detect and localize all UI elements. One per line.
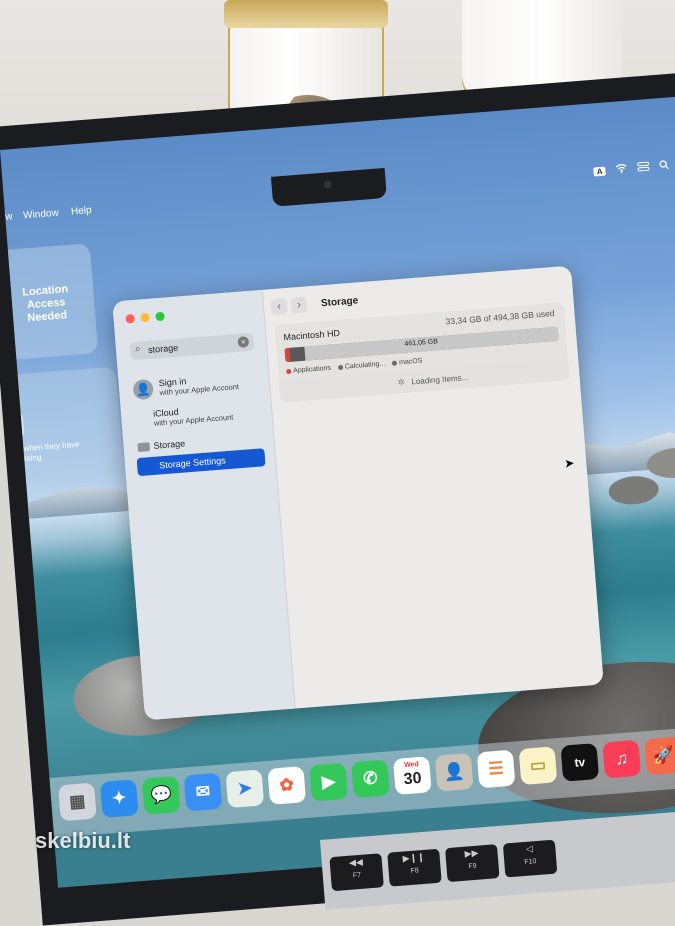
tv-icon[interactable]: tv	[560, 743, 600, 782]
spinner-icon: ✲	[397, 376, 406, 388]
mouse-cursor-icon: ➤	[563, 455, 575, 471]
launchpad-icon[interactable]: ▦	[58, 782, 97, 822]
key-glyph: ◀◀	[348, 856, 364, 868]
bar-segment-system	[289, 346, 306, 362]
loading-label: Loading Items...	[411, 372, 469, 387]
sidebar-section-storage[interactable]: Storage	[153, 438, 185, 450]
legend-dot	[286, 368, 292, 374]
zoom-window-button[interactable]	[155, 311, 165, 322]
wallpaper-rock	[607, 474, 660, 507]
menu-item-help[interactable]: Help	[71, 205, 92, 218]
sidebar-item-icloud[interactable]: iCloud with your Apple Account	[153, 403, 234, 428]
key-label: F9	[468, 862, 477, 871]
avatar-icon[interactable]: 👤	[132, 378, 154, 401]
system-settings-window: ⌕ storage × 👤 Sign in with your Apple Ac…	[112, 265, 604, 721]
page-title: Storage	[320, 295, 359, 310]
key-f10[interactable]: ◁ F10	[502, 839, 558, 878]
safari-icon[interactable]: ✦	[99, 779, 139, 818]
maps-icon[interactable]: ➤	[225, 769, 265, 809]
storage-pane: ‹ › Storage Macintosh HD 33,34 GB of 494…	[262, 266, 604, 709]
search-query: storage	[147, 342, 179, 355]
key-glyph: ◁	[525, 843, 534, 854]
wifi-icon[interactable]	[615, 163, 628, 177]
camera-lens	[323, 180, 333, 189]
key-glyph: ▶❙❙	[402, 851, 426, 864]
menu-item-window-partial[interactable]: w	[5, 211, 13, 223]
calendar-icon[interactable]: Wed 30	[392, 756, 432, 795]
storage-settings-label: Storage Settings	[158, 455, 226, 471]
legend-dot	[337, 364, 344, 370]
watermark: skelbiu.lt	[35, 828, 131, 853]
laptop-screen: w Window Help A Location Access Needed w…	[0, 95, 675, 888]
forward-button[interactable]: ›	[290, 296, 308, 314]
disk-name: Macintosh HD	[283, 327, 341, 343]
sidebar-item-storage-settings[interactable]: Storage Settings	[136, 448, 266, 477]
notes-icon[interactable]: ▭	[518, 746, 558, 786]
phone-icon[interactable]: ✆	[351, 759, 390, 799]
minimize-window-button[interactable]	[140, 312, 150, 323]
widget-note: when they have	[23, 439, 80, 454]
key-label: F7	[352, 871, 362, 880]
key-f9[interactable]: ▶▶ F9	[445, 844, 500, 883]
window-traffic-lights	[125, 311, 165, 324]
legend-calculating: Calculating...	[337, 360, 385, 371]
widget-location-title: Location Access Needed	[21, 283, 69, 325]
close-window-button[interactable]	[125, 313, 135, 324]
tv-label: tv	[573, 754, 586, 770]
disk-usage: 33,34 GB of 494,38 GB used	[445, 308, 555, 327]
photos-icon[interactable]: ✿	[267, 766, 307, 805]
mail-icon[interactable]: ✉	[183, 772, 223, 812]
legend-applications: Applications	[286, 365, 331, 375]
menu-item-window[interactable]: Window	[23, 208, 59, 222]
spotlight-search-icon[interactable]	[659, 160, 670, 174]
secondary-widget[interactable]: when they have essing	[4, 366, 124, 485]
clear-search-icon[interactable]: ×	[237, 336, 250, 348]
reminders-icon[interactable]: ☰	[476, 749, 516, 789]
messages-icon[interactable]: 💬	[141, 775, 181, 815]
storage-icon	[137, 442, 151, 453]
input-source-badge[interactable]: A	[593, 166, 606, 177]
status-menu-area: A	[593, 160, 670, 179]
control-center-icon[interactable]	[637, 161, 650, 175]
search-field[interactable]: ⌕ storage ×	[129, 332, 255, 361]
key-label: F8	[410, 867, 420, 875]
location-widget[interactable]: Location Access Needed	[0, 243, 99, 361]
rocket-icon[interactable]: 🚀	[644, 736, 675, 776]
key-f8[interactable]: ▶❙❙ F8	[387, 848, 442, 887]
legend-macos: macOS	[391, 358, 423, 367]
back-button[interactable]: ‹	[270, 297, 288, 316]
legend-dot	[391, 360, 398, 366]
jar-lid	[224, 0, 388, 28]
search-icon: ⌕	[134, 343, 142, 356]
contacts-icon[interactable]: 👤	[434, 752, 474, 792]
key-glyph: ▶▶	[464, 847, 479, 859]
music-icon[interactable]: ♫	[602, 739, 642, 779]
calendar-day: 30	[403, 769, 423, 789]
facetime-icon[interactable]: ▶	[309, 762, 348, 802]
sidebar-item-sign-in[interactable]: Sign in with your Apple Account	[158, 372, 239, 397]
key-f7[interactable]: ◀◀ F7	[329, 853, 384, 892]
key-label: F10	[524, 858, 537, 867]
